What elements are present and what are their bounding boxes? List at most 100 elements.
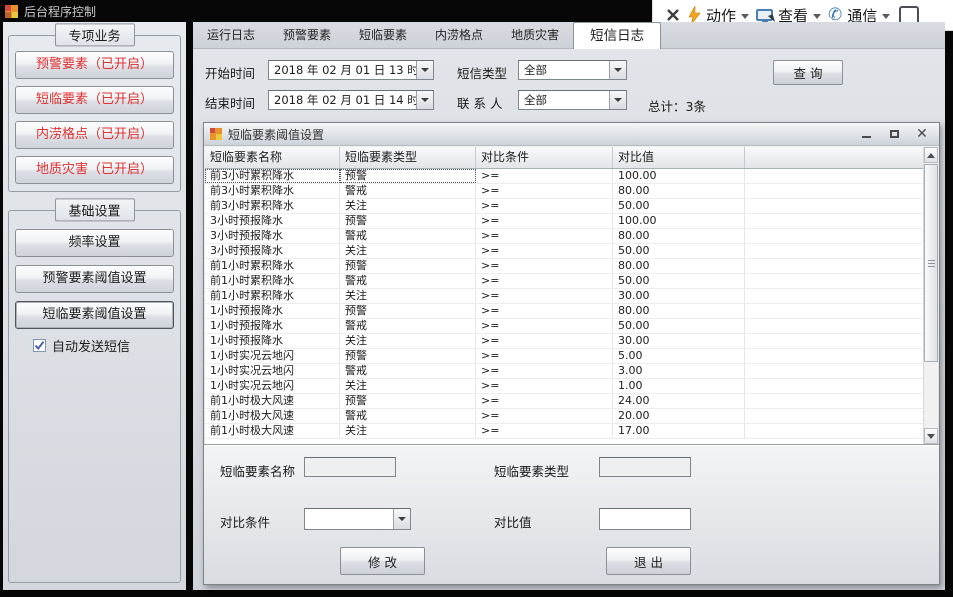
cell-value: 50.00 xyxy=(613,319,745,333)
table-row[interactable]: 前1小时累积降水 警戒 >= 50.00 xyxy=(205,274,925,289)
cell-condition: >= xyxy=(476,259,613,273)
scroll-down-button[interactable] xyxy=(924,428,938,444)
dialog-form-icon xyxy=(210,128,222,140)
warning-threshold-button[interactable]: 预警要素阈值设置 xyxy=(15,265,174,293)
col-header-value[interactable]: 对比值 xyxy=(613,147,745,168)
tab-waterlogging-grid[interactable]: 内涝格点 xyxy=(421,23,497,48)
cell-name: 前1小时极大风速 xyxy=(205,409,340,423)
maximize-button[interactable] xyxy=(883,126,905,143)
cell-type: 警戒 xyxy=(340,364,476,378)
cell-condition: >= xyxy=(476,334,613,348)
cell-name: 1小时预报降水 xyxy=(205,304,340,318)
cell-condition: >= xyxy=(476,184,613,198)
cell-condition: >= xyxy=(476,379,613,393)
col-header-name[interactable]: 短临要素名称 xyxy=(205,147,340,168)
cell-value: 50.00 xyxy=(613,199,745,213)
table-row[interactable]: 1小时预报降水 预警 >= 80.00 xyxy=(205,304,925,319)
cell-type: 关注 xyxy=(340,334,476,348)
edit-value-input[interactable] xyxy=(599,508,691,530)
table-row[interactable]: 前3小时累积降水 警戒 >= 80.00 xyxy=(205,184,925,199)
group-special-buttons: 预警要素（已开启） 短临要素（已开启） 内涝格点（已开启） 地质灾害（已开启） xyxy=(9,36,180,184)
tab-run-log[interactable]: 运行日志 xyxy=(193,23,269,48)
dropdown-arrow-icon[interactable] xyxy=(393,509,410,529)
table-row[interactable]: 前1小时极大风速 警戒 >= 20.00 xyxy=(205,409,925,424)
cell-condition: >= xyxy=(476,229,613,243)
table-row[interactable]: 3小时预报降水 预警 >= 100.00 xyxy=(205,214,925,229)
cell-value: 1.00 xyxy=(613,379,745,393)
query-button[interactable]: 查 询 xyxy=(773,60,843,85)
edit-type-input[interactable] xyxy=(599,457,691,477)
maximize-icon xyxy=(890,130,899,138)
cell-name: 3小时预报降水 xyxy=(205,229,340,243)
special-toggle-button[interactable]: 预警要素（已开启） xyxy=(15,51,174,79)
frequency-settings-button[interactable]: 频率设置 xyxy=(15,229,174,257)
cell-empty xyxy=(745,424,925,438)
dialog-titlebar: 短临要素阈值设置 ✕ xyxy=(204,123,939,146)
tab-strip: 运行日志 预警要素 短临要素 内涝格点 地质灾害 短信日志 xyxy=(193,22,945,49)
table-row[interactable]: 1小时预报降水 关注 >= 30.00 xyxy=(205,334,925,349)
sms-type-select[interactable]: 全部 xyxy=(518,60,627,80)
modify-button[interactable]: 修 改 xyxy=(340,547,425,575)
dropdown-arrow-icon[interactable] xyxy=(609,61,626,79)
dropdown-arrow-icon[interactable] xyxy=(609,91,626,109)
tab-warning-elements[interactable]: 预警要素 xyxy=(269,23,345,48)
end-time-picker[interactable]: 2018 年 02 月 01 日 14 时 xyxy=(268,90,434,110)
col-header-condition[interactable]: 对比条件 xyxy=(476,147,613,168)
edit-type-label: 短临要素类型 xyxy=(494,461,569,480)
table-row[interactable]: 3小时预报降水 关注 >= 50.00 xyxy=(205,244,925,259)
tab-geo-disaster[interactable]: 地质灾害 xyxy=(497,23,573,48)
dialog-close-button[interactable]: ✕ xyxy=(911,126,933,143)
cell-type: 关注 xyxy=(340,289,476,303)
scrollbar-thumb[interactable] xyxy=(924,164,938,362)
table-row[interactable]: 前3小时累积降水 关注 >= 50.00 xyxy=(205,199,925,214)
cell-name: 前1小时累积降水 xyxy=(205,289,340,303)
nowcast-threshold-button[interactable]: 短临要素阈值设置 xyxy=(15,301,174,329)
cell-empty xyxy=(745,319,925,333)
contact-select[interactable]: 全部 xyxy=(518,90,627,110)
dropdown-arrow-icon[interactable] xyxy=(416,91,433,109)
cell-value: 17.00 xyxy=(613,424,745,438)
group-special-business: 专项业务 预警要素（已开启）短临要素（已开启）内涝格点（已开启）地质灾害（已开启… xyxy=(8,35,181,192)
table-row[interactable]: 1小时实况云地闪 预警 >= 5.00 xyxy=(205,349,925,364)
cell-value: 50.00 xyxy=(613,274,745,288)
table-row[interactable]: 3小时预报降水 警戒 >= 80.00 xyxy=(205,229,925,244)
cell-empty xyxy=(745,199,925,213)
cell-condition: >= xyxy=(476,244,613,258)
edit-condition-select[interactable] xyxy=(304,508,411,530)
cell-condition: >= xyxy=(476,409,613,423)
minimize-button[interactable] xyxy=(855,126,877,143)
special-toggle-button[interactable]: 短临要素（已开启） xyxy=(15,86,174,114)
auto-sms-checkbox[interactable] xyxy=(33,339,46,352)
col-header-type[interactable]: 短临要素类型 xyxy=(340,147,476,168)
table-row[interactable]: 1小时预报降水 警戒 >= 50.00 xyxy=(205,319,925,334)
vertical-scrollbar[interactable] xyxy=(923,147,938,444)
cell-value: 80.00 xyxy=(613,304,745,318)
table-row[interactable]: 1小时实况云地闪 关注 >= 1.00 xyxy=(205,379,925,394)
close-overlay-button[interactable] xyxy=(665,7,681,23)
cell-type: 警戒 xyxy=(340,274,476,288)
table-row[interactable]: 前1小时累积降水 关注 >= 30.00 xyxy=(205,289,925,304)
tab-nowcast-elements[interactable]: 短临要素 xyxy=(345,23,421,48)
cell-type: 警戒 xyxy=(340,409,476,423)
table-row[interactable]: 前1小时极大风速 关注 >= 17.00 xyxy=(205,424,925,439)
table-row[interactable]: 前1小时累积降水 预警 >= 80.00 xyxy=(205,259,925,274)
table-row[interactable]: 前1小时极大风速 预警 >= 24.00 xyxy=(205,394,925,409)
special-toggle-button[interactable]: 地质灾害（已开启） xyxy=(15,156,174,184)
start-time-picker[interactable]: 2018 年 02 月 01 日 13 时 xyxy=(268,60,434,80)
cell-empty xyxy=(745,334,925,348)
tab-sms-log[interactable]: 短信日志 xyxy=(573,22,661,49)
cell-value: 50.00 xyxy=(613,244,745,258)
cell-value: 30.00 xyxy=(613,289,745,303)
scroll-up-button[interactable] xyxy=(924,147,938,163)
special-toggle-button[interactable]: 内涝格点（已开启） xyxy=(15,121,174,149)
table-row[interactable]: 1小时实况云地闪 警戒 >= 3.00 xyxy=(205,364,925,379)
cell-value: 3.00 xyxy=(613,364,745,378)
chevron-down-icon xyxy=(882,14,890,19)
cell-condition: >= xyxy=(476,304,613,318)
edit-name-input[interactable] xyxy=(304,457,396,477)
cell-empty xyxy=(745,229,925,243)
table-row[interactable]: 前3小时累积降水 预警 >= 100.00 xyxy=(205,169,925,184)
dropdown-arrow-icon[interactable] xyxy=(416,61,433,79)
exit-button[interactable]: 退 出 xyxy=(606,547,691,575)
cell-value: 100.00 xyxy=(613,169,745,183)
